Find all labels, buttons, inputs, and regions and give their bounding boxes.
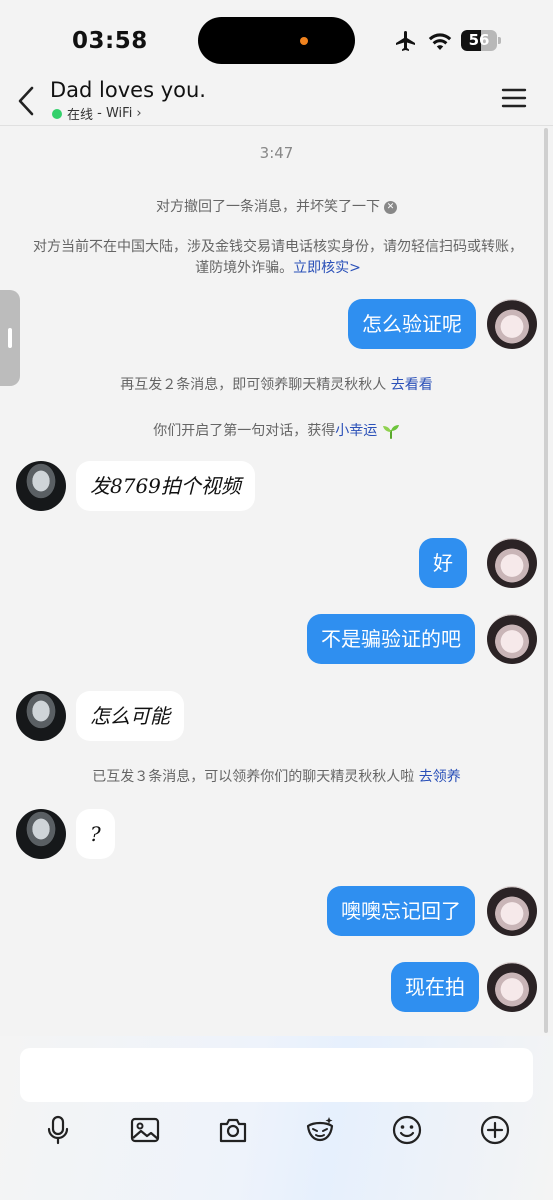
reward-notice: 再互发２条消息，即可领养聊天精灵秋秋人 去看看 [0, 374, 553, 394]
my-message-bubble[interactable]: 怎么验证呢 [348, 299, 476, 349]
adopt-notice-text: 已互发３条消息，可以领养你们的聊天精灵秋秋人啦 [92, 769, 419, 785]
presence-status-text: 在线 [67, 108, 94, 123]
my-avatar[interactable] [487, 962, 537, 1012]
battery-body: 56 [461, 30, 497, 51]
my-message-bubble[interactable]: 噢噢忘记回了 [327, 886, 475, 936]
verify-now-link[interactable]: 立即核实> [293, 260, 361, 276]
battery-cap [498, 37, 501, 44]
my-avatar[interactable] [487, 538, 537, 588]
handle-grip [8, 328, 12, 348]
close-icon[interactable]: ✕ [384, 200, 397, 214]
presence-status[interactable]: 在线 - WiFi › [52, 104, 142, 123]
my-avatar[interactable] [487, 614, 537, 664]
recall-notice-text: 对方撤回了一条消息，并坏笑了一下 [156, 199, 380, 215]
status-time: 03:58 [72, 28, 148, 54]
side-drawer-handle[interactable] [0, 290, 20, 386]
presence-separator: - [93, 106, 106, 121]
image-icon[interactable] [129, 1114, 161, 1146]
my-avatar[interactable] [487, 886, 537, 936]
contact-message-bubble[interactable]: ? [76, 809, 115, 859]
contact-avatar[interactable] [16, 691, 66, 741]
chat-header: Dad loves you. 在线 - WiFi › [0, 78, 553, 126]
contact-avatar[interactable] [16, 809, 66, 859]
first-chat-notice: 你们开启了第一句对话，获得小幸运 [0, 420, 553, 440]
privacy-indicator-dot [300, 37, 308, 45]
battery-level: 56 [468, 31, 490, 49]
reward-notice-text: 再互发２条消息，即可领养聊天精灵秋秋人 [120, 377, 391, 393]
fraud-warning-text: 对方当前不在中国大陆，涉及金钱交易请电话核实身份，请勿轻信扫码或转账，谨防境外诈… [33, 239, 523, 276]
online-dot-icon [52, 108, 62, 119]
composer [0, 1036, 553, 1200]
status-bar: 03:58 56 [0, 0, 553, 78]
sprout-icon [382, 425, 399, 439]
chevron-right-icon: › [136, 106, 142, 121]
camera-icon[interactable] [217, 1114, 249, 1146]
microphone-icon[interactable] [42, 1114, 74, 1146]
wifi-icon [428, 33, 452, 50]
mask-sticker-icon[interactable] [304, 1114, 336, 1146]
contact-message-bubble[interactable]: 发8769拍个视频 [76, 461, 255, 511]
airplane-icon [396, 31, 415, 51]
back-chevron-icon[interactable] [14, 84, 40, 118]
contact-message-bubble[interactable]: 怎么可能 [76, 691, 184, 741]
lucky-link[interactable]: 小幸运 [335, 423, 377, 439]
my-message-bubble[interactable]: 不是骗验证的吧 [307, 614, 475, 664]
menu-icon[interactable] [500, 86, 528, 110]
go-see-link[interactable]: 去看看 [391, 377, 433, 393]
dynamic-island [198, 17, 355, 64]
chat-title[interactable]: Dad loves you. [50, 78, 206, 102]
go-adopt-link[interactable]: 去领养 [419, 769, 461, 785]
emoji-icon[interactable] [391, 1114, 423, 1146]
my-avatar[interactable] [487, 299, 537, 349]
presence-network: WiFi [105, 106, 133, 121]
message-timestamp: 3:47 [259, 144, 294, 162]
my-message-bubble[interactable]: 现在拍 [391, 962, 479, 1012]
my-message-bubble[interactable]: 好 [419, 538, 467, 588]
plus-icon[interactable] [479, 1114, 511, 1146]
battery-indicator: 56 [461, 30, 501, 51]
contact-avatar[interactable] [16, 461, 66, 511]
adopt-notice: 已互发３条消息，可以领养你们的聊天精灵秋秋人啦 去领养 [0, 766, 553, 786]
recall-notice: 对方撤回了一条消息，并坏笑了一下 ✕ [0, 196, 553, 216]
fraud-warning: 对方当前不在中国大陆，涉及金钱交易请电话核实身份，请勿轻信扫码或转账，谨防境外诈… [28, 237, 528, 279]
message-input[interactable] [20, 1048, 533, 1102]
scrollbar[interactable] [544, 128, 548, 1033]
first-chat-notice-text: 你们开启了第一句对话，获得 [153, 423, 336, 439]
